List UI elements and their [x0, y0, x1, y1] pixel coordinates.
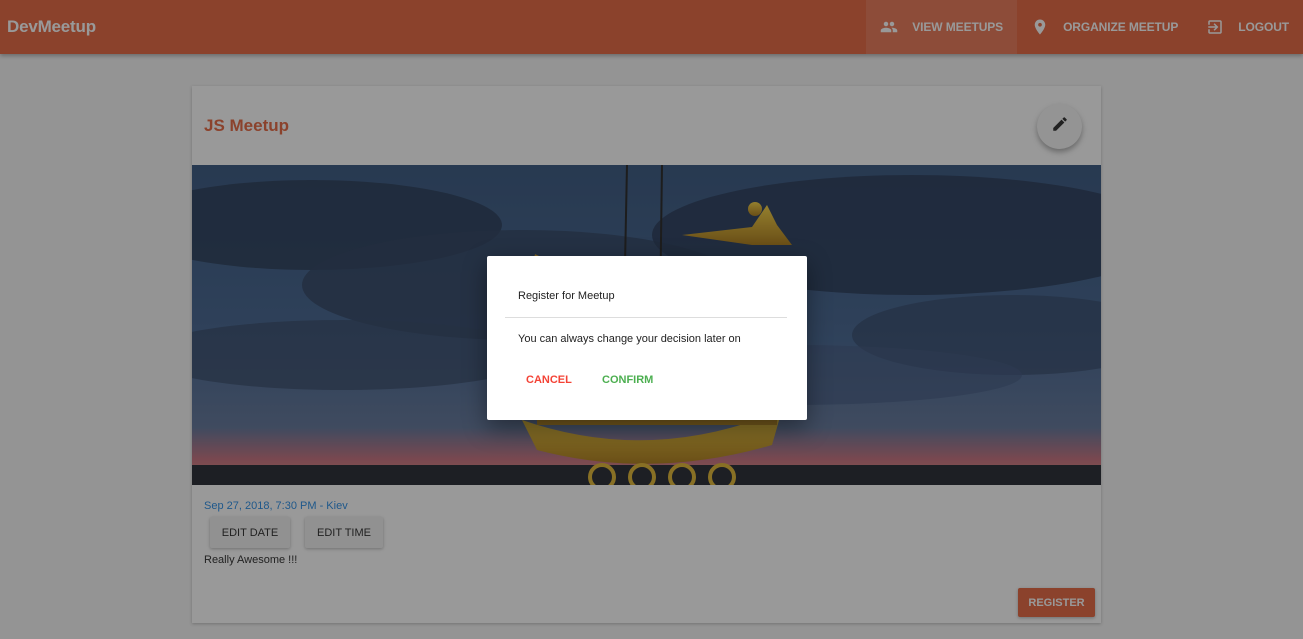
dialog-text: You can always change your decision late…	[518, 333, 741, 345]
cancel-button[interactable]: CANCEL	[526, 369, 572, 391]
dialog-divider	[505, 317, 787, 318]
dialog-title: Register for Meetup	[518, 290, 615, 302]
confirm-button[interactable]: CONFIRM	[602, 369, 653, 391]
register-dialog: Register for Meetup You can always chang…	[487, 256, 807, 420]
